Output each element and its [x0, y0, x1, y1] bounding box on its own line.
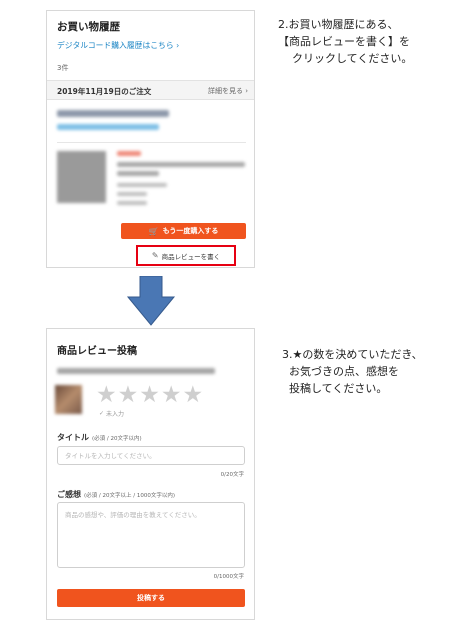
blurred-product-name-2	[117, 171, 159, 176]
blurred-sale-tag	[117, 151, 141, 156]
blurred-shop-name	[57, 110, 169, 117]
star-icon[interactable]: ★	[96, 384, 117, 407]
feedback-label-text: ご感想	[57, 490, 81, 499]
order-detail-link[interactable]: 詳細を見る ›	[208, 86, 248, 96]
feedback-counter: 0/1000文字	[213, 574, 244, 580]
blurred-product-meta-2	[117, 192, 147, 196]
rating-status: ✓ 未入力	[99, 409, 124, 418]
purchase-history-screenshot: お買い物履歴 デジタルコード購入履歴はこちら › 3件 2019年11月19日の…	[46, 10, 255, 268]
digital-code-history-link-label: デジタルコード購入履歴はこちら	[57, 41, 174, 50]
instruction-step-3: 3.★の数を決めていただき、 お気づきの点、感想を 投稿してください。	[282, 348, 423, 395]
star-icon[interactable]: ★	[139, 384, 160, 407]
order-header: 2019年11月19日のご注文 詳細を見る ›	[47, 80, 254, 100]
review-form-title: 商品レビュー投稿	[57, 346, 137, 357]
blurred-product-thumbnail	[55, 385, 82, 414]
submit-review-button[interactable]: 投稿する	[57, 589, 245, 607]
star-icon[interactable]: ★	[161, 384, 182, 407]
blurred-product-title	[57, 368, 215, 374]
check-icon: ✓	[99, 410, 105, 417]
write-review-label: 商品レビューを書く	[161, 252, 221, 261]
instruction-step-2: 2.お買い物履歴にある、 【商品レビューを書く】を クリックしてください。	[278, 18, 413, 65]
chevron-right-icon: ›	[245, 87, 248, 95]
rating-status-label: 未入力	[106, 411, 125, 418]
pencil-icon: ✎	[151, 251, 159, 260]
order-detail-link-label: 詳細を見る	[207, 87, 243, 95]
buy-again-label: もう一度購入する	[162, 227, 219, 235]
blurred-product-meta	[117, 183, 167, 187]
blurred-shop-links	[57, 124, 159, 130]
star-icon[interactable]: ★	[118, 384, 139, 407]
chevron-right-icon: ›	[176, 41, 180, 50]
title-input[interactable]	[57, 446, 245, 465]
write-review-button[interactable]: ✎ 商品レビューを書く	[152, 251, 220, 261]
buy-again-button[interactable]: 🛒 もう一度購入する	[121, 223, 246, 239]
review-form-screenshot: 商品レビュー投稿 ★ ★ ★ ★ ★ ✓ 未入力 タイトル (必須 / 20文字以…	[46, 328, 255, 620]
title-hint: (必須 / 20文字以内)	[92, 436, 142, 442]
feedback-textarea[interactable]	[57, 502, 245, 568]
blurred-product-name	[117, 162, 245, 167]
purchase-history-title: お買い物履歴	[57, 21, 120, 33]
blurred-product-image	[57, 151, 106, 203]
history-count: 3件	[57, 64, 69, 72]
blurred-product-meta-3	[117, 201, 147, 205]
cart-icon: 🛒	[148, 226, 159, 236]
review-button-highlight: ✎ 商品レビューを書く	[136, 245, 236, 266]
star-rating[interactable]: ★ ★ ★ ★ ★	[96, 384, 203, 407]
feedback-hint: (必須 / 20文字以上 / 1000文字以内)	[84, 493, 175, 499]
arrow-down-icon	[126, 276, 176, 326]
feedback-label: ご感想 (必須 / 20文字以上 / 1000文字以内)	[57, 489, 175, 500]
order-date: 2019年11月19日のご注文	[57, 87, 152, 96]
star-icon[interactable]: ★	[183, 384, 204, 407]
title-label-text: タイトル	[57, 433, 89, 442]
digital-code-history-link[interactable]: デジタルコード購入履歴はこちら ›	[57, 40, 179, 51]
title-counter: 0/20文字	[220, 472, 244, 478]
divider	[57, 142, 246, 143]
title-label: タイトル (必須 / 20文字以内)	[57, 432, 142, 443]
